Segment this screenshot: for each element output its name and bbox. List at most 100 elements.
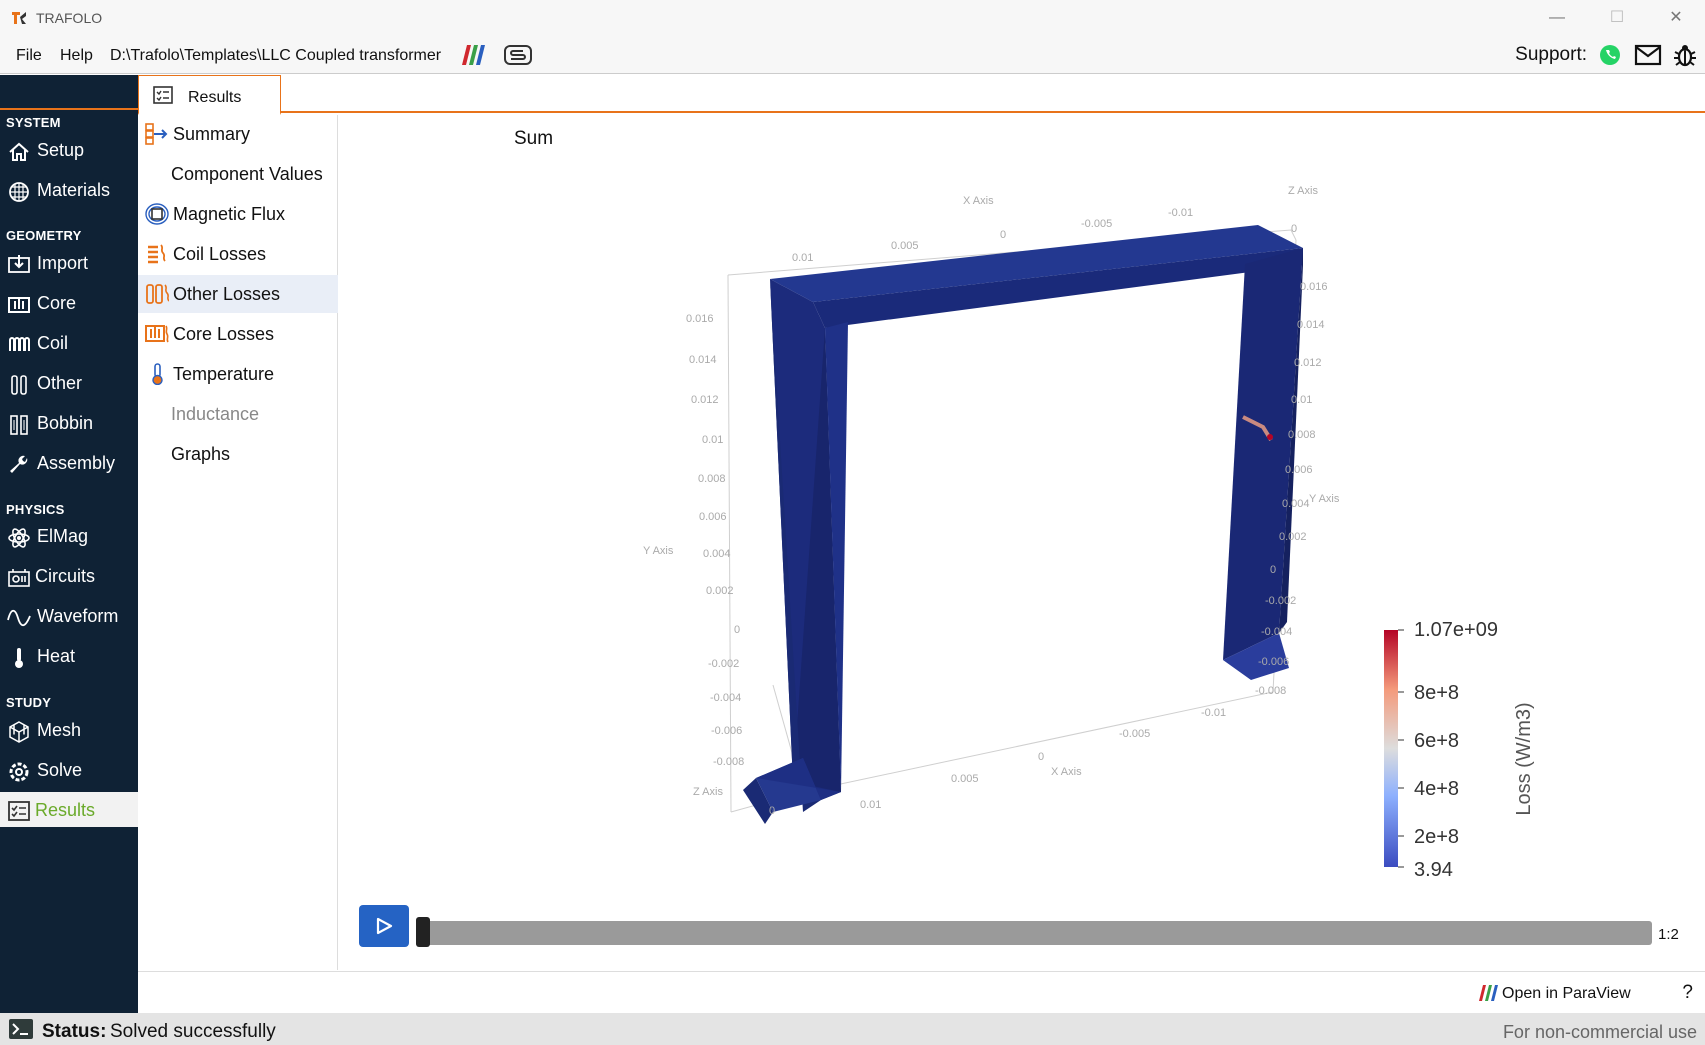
sidebar-item-import[interactable]: Import (0, 246, 138, 282)
legend-label: 4e+8 (1414, 778, 1459, 800)
results-item-inductance[interactable]: Inductance (138, 395, 338, 433)
results-item-label: Graphs (171, 444, 231, 464)
atom-icon (8, 528, 30, 548)
top-tick: 0.01 (792, 252, 813, 264)
sidebar-item-coil[interactable]: Coil (0, 326, 138, 362)
z-axis-label-bottom: Z Axis (693, 786, 723, 798)
section-study: STUDY (6, 695, 52, 710)
paraview-logo-icon (1479, 985, 1498, 1001)
sidebar-item-heat[interactable]: Heat (0, 639, 138, 675)
status-text: Solved successfully (110, 1021, 276, 1042)
right-tick: 0.014 (1297, 319, 1325, 331)
sidebar-item-elmag[interactable]: ElMag (0, 519, 138, 555)
paraview-logo-icon[interactable] (458, 43, 488, 67)
results-item-component-values[interactable]: Component Values (138, 155, 338, 193)
right-tick: -0.006 (1258, 656, 1289, 668)
legend-label: 2e+8 (1414, 826, 1459, 848)
results-item-label: Component Values (171, 164, 323, 184)
sidebar-item-label: Other (37, 373, 83, 393)
results-item-other-losses[interactable]: Other Losses (138, 275, 338, 313)
sidebar-item-waveform[interactable]: Waveform (0, 599, 138, 635)
sidebar-item-label: Waveform (37, 606, 119, 626)
top-tick: 0 (1000, 229, 1006, 241)
results-item-label: Summary (173, 124, 251, 144)
render-view[interactable]: X Axis Z Axis Y Axis Y Axis Z Axis X Axi… (503, 122, 1537, 900)
time-slider[interactable] (416, 921, 1652, 945)
results-item-label: Inductance (171, 404, 260, 424)
bottom-tick: 0 (1038, 751, 1044, 763)
tab-results[interactable]: Results (138, 75, 281, 115)
top-tick: 0.005 (891, 240, 919, 252)
coil-icon (9, 337, 30, 351)
results-check-icon (8, 801, 30, 821)
left-tick: 0.016 (686, 313, 714, 325)
legend-label: 8e+8 (1414, 682, 1459, 704)
tab-label: Results (188, 89, 242, 106)
sidebar-item-materials[interactable]: Materials (0, 173, 138, 209)
sidebar-item-mesh[interactable]: Mesh (0, 713, 138, 749)
section-geometry: GEOMETRY (6, 228, 82, 243)
menu-file[interactable]: File (16, 47, 42, 65)
sidebar-item-bobbin[interactable]: Bobbin (0, 406, 138, 442)
open-in-paraview-button[interactable]: Open in ParaView (1477, 980, 1657, 1008)
bottom-tick: 0.005 (951, 773, 979, 785)
import-icon (8, 255, 30, 273)
time-slider-handle[interactable] (416, 917, 430, 947)
sidebar: SYSTEM Setup Materials GEOMETRY Import C… (0, 75, 138, 1013)
support-label: Support: (1515, 44, 1587, 65)
legend-label: 6e+8 (1414, 730, 1459, 752)
close-button[interactable]: ✕ (1659, 6, 1693, 30)
results-item-label: Magnetic Flux (173, 204, 286, 224)
right-tick: 0.016 (1300, 281, 1328, 293)
sidebar-item-assembly[interactable]: Assembly (0, 446, 138, 482)
left-tick: 0 (734, 624, 740, 636)
results-item-core-losses[interactable]: Core Losses (138, 315, 338, 353)
sidebar-item-setup[interactable]: Setup (0, 133, 138, 169)
left-tick: 0.006 (699, 511, 727, 523)
email-icon[interactable] (1634, 44, 1662, 66)
home-icon (9, 142, 29, 161)
sidebar-item-label: Mesh (37, 720, 82, 740)
results-item-label: Other Losses (173, 284, 281, 304)
help-button[interactable]: ? (1682, 982, 1693, 1004)
results-item-summary[interactable]: Summary (138, 115, 338, 153)
top-tick: -0.01 (1168, 207, 1193, 219)
sidebar-item-label: Setup (37, 140, 85, 160)
play-button[interactable] (359, 905, 409, 947)
minimize-button[interactable]: — (1540, 6, 1574, 30)
results-item-label: Coil Losses (173, 244, 267, 264)
right-tick: -0.002 (1265, 595, 1296, 607)
sidebar-item-other[interactable]: Other (0, 366, 138, 402)
menu-bar: File Help D:\Trafolo\Templates\LLC Coupl… (0, 36, 1705, 74)
terminal-icon[interactable] (8, 1018, 34, 1040)
bug-icon[interactable] (1672, 42, 1698, 68)
sidebar-item-label: Results (35, 800, 96, 820)
open-in-paraview-label: Open in ParaView (1502, 985, 1631, 1002)
sidebar-item-results[interactable]: Results (0, 792, 138, 827)
y-axis-label: Y Axis (643, 545, 674, 557)
solve-gear-icon (9, 762, 29, 782)
results-item-coil-losses[interactable]: Coil Losses (138, 235, 338, 273)
whatsapp-icon[interactable] (1598, 43, 1622, 67)
sidebar-item-circuits[interactable]: Circuits (0, 559, 138, 595)
other-icon (11, 375, 27, 395)
z-axis-label-top: Z Axis (1288, 185, 1318, 197)
results-item-label: Temperature (173, 364, 275, 384)
paraview-render[interactable]: X Axis Z Axis Y Axis Y Axis Z Axis X Axi… (503, 122, 1537, 900)
results-item-magnetic-flux[interactable]: Magnetic Flux (138, 195, 338, 233)
globe-grid-icon (9, 182, 29, 202)
status-label: Status: (42, 1021, 107, 1042)
sidebar-item-solve[interactable]: Solve (0, 753, 138, 789)
sidebar-item-core[interactable]: Core (0, 286, 138, 322)
top-tick: -0.005 (1081, 218, 1112, 230)
core-icon (8, 297, 30, 313)
results-item-temperature[interactable]: Temperature (138, 355, 338, 393)
color-legend: 1.07e+09 8e+8 6e+8 4e+8 2e+8 3.94 Loss (… (1384, 619, 1535, 881)
menu-help[interactable]: Help (60, 47, 93, 65)
maximize-button[interactable]: ☐ (1600, 6, 1634, 30)
app-title: TRAFOLO (36, 10, 103, 26)
results-item-graphs[interactable]: Graphs (138, 435, 338, 473)
sidebar-item-label: Coil (37, 333, 69, 353)
script-icon[interactable] (503, 43, 533, 67)
legend-label-max: 1.07e+09 (1414, 619, 1498, 641)
